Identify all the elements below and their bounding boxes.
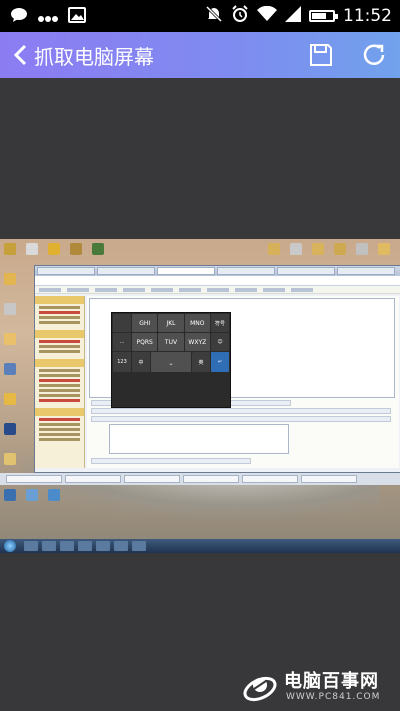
watermark: 电脑百事网 WWW.PC841.COM <box>242 667 392 707</box>
keypad-key[interactable]: JKL <box>158 314 184 332</box>
page-title: 抓取电脑屏幕 <box>34 45 154 69</box>
keypad-key[interactable]: 英 <box>192 352 210 372</box>
desktop-icon <box>4 489 16 501</box>
signal-icon <box>285 6 301 26</box>
watermark-url: WWW.PC841.COM <box>286 692 381 702</box>
app-bar: 抓取电脑屏幕 <box>0 32 400 78</box>
desktop-icon <box>334 243 346 255</box>
desktop-icon <box>92 243 104 255</box>
desktop-icon <box>48 489 60 501</box>
screen: { "status_bar": { "time": "11:52", "batt… <box>0 0 400 711</box>
image-icon <box>68 7 86 27</box>
taskbar-item[interactable] <box>78 541 92 551</box>
browser-tab[interactable] <box>157 267 215 275</box>
keypad-key[interactable]: PQRS <box>132 333 158 351</box>
mute-icon <box>205 5 223 27</box>
browser-tab[interactable] <box>277 267 335 275</box>
wifi-icon <box>257 5 277 26</box>
taskbar-item[interactable] <box>132 541 146 551</box>
desktop-icon <box>4 363 16 375</box>
desktop-icon <box>290 243 302 255</box>
browser-tab[interactable] <box>337 267 395 275</box>
on-screen-keypad: GHI JKL MNO 符号 ... PQRS TUV WXYZ ☺ 123 中… <box>111 312 231 408</box>
taskbar-item[interactable] <box>60 541 74 551</box>
category-list[interactable] <box>109 424 289 454</box>
download-bar <box>0 473 400 485</box>
desktop-icon <box>70 243 82 255</box>
save-icon[interactable] <box>307 41 335 69</box>
desktop-icon <box>4 243 16 255</box>
back-arrow-icon[interactable] <box>6 40 36 70</box>
desktop-icon <box>26 489 38 501</box>
taskbar-item[interactable] <box>114 541 128 551</box>
chat-bubble-icon <box>10 7 28 27</box>
browser-toolbar <box>35 286 400 294</box>
start-button[interactable] <box>4 540 16 552</box>
desktop-icon <box>4 333 16 345</box>
battery-icon <box>309 10 338 22</box>
browser-tab[interactable] <box>97 267 155 275</box>
browser-tab[interactable] <box>37 267 95 275</box>
captured-screenshot: GHI JKL MNO 符号 ... PQRS TUV WXYZ ☺ 123 中… <box>0 239 400 553</box>
desktop-icon <box>48 243 60 255</box>
browser-window: GHI JKL MNO 符号 ... PQRS TUV WXYZ ☺ 123 中… <box>34 265 400 473</box>
keypad-key[interactable]: ↵ <box>211 352 229 372</box>
keypad-key[interactable]: ☺ <box>210 333 229 351</box>
alarm-icon <box>231 5 249 27</box>
keypad-key[interactable]: ... <box>113 333 131 351</box>
desktop-icon <box>4 423 16 435</box>
keypad-key[interactable]: ⎵ <box>151 352 191 372</box>
refresh-icon[interactable] <box>359 40 389 70</box>
desktop-icon <box>4 453 16 465</box>
desktop-icon <box>312 243 324 255</box>
admin-sidebar <box>35 296 85 468</box>
status-bar: 11:52 <box>0 0 400 32</box>
desktop-icon <box>378 243 390 255</box>
desktop-icon <box>4 393 16 405</box>
address-bar[interactable] <box>35 276 400 286</box>
desktop-icon <box>4 303 16 315</box>
keypad-key[interactable]: 符号 <box>210 314 229 332</box>
desktop-icon <box>356 243 368 255</box>
desktop-icon <box>26 243 38 255</box>
keypad-key[interactable]: WXYZ <box>184 333 210 351</box>
keypad-key[interactable]: 中 <box>132 352 150 372</box>
taskbar <box>0 539 400 553</box>
taskbar-item[interactable] <box>96 541 110 551</box>
browser-tabs <box>35 266 400 276</box>
pc841-logo-icon <box>242 669 278 705</box>
browser-tab[interactable] <box>217 267 275 275</box>
desktop-icon <box>4 273 16 285</box>
more-dots-icon <box>38 8 58 27</box>
clock: 11:52 <box>343 6 392 26</box>
keypad-key[interactable]: MNO <box>184 314 210 332</box>
desktop-icon <box>268 243 280 255</box>
keypad-key[interactable] <box>113 314 131 332</box>
taskbar-item[interactable] <box>24 541 38 551</box>
watermark-title: 电脑百事网 <box>284 671 379 692</box>
keypad-key[interactable]: TUV <box>158 333 184 351</box>
taskbar-item[interactable] <box>42 541 56 551</box>
keypad-key[interactable]: 123 <box>113 352 131 372</box>
keypad-key[interactable]: GHI <box>132 314 158 332</box>
